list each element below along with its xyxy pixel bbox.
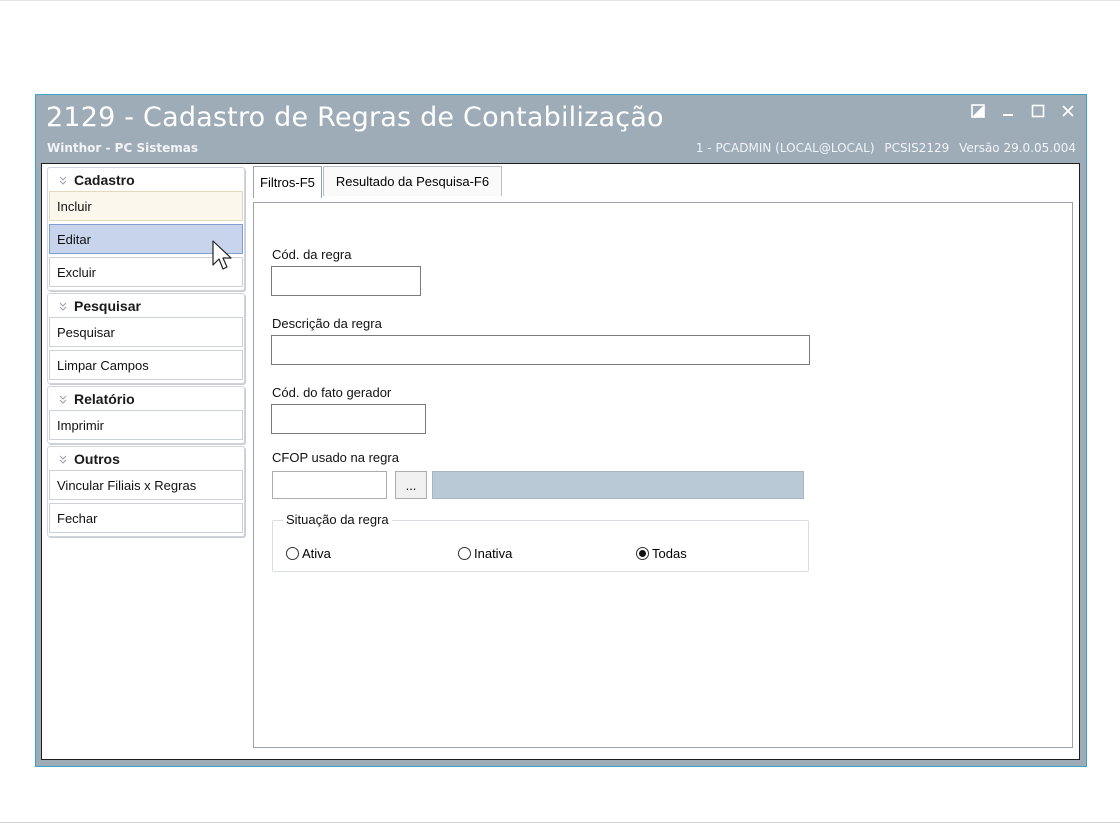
item-label: Imprimir	[57, 417, 104, 433]
group-title: Cadastro	[74, 171, 135, 188]
group-pesquisar: Pesquisar Pesquisar Limpar Campos	[47, 293, 245, 384]
window-controls	[970, 101, 1076, 121]
group-title: Relatório	[74, 390, 135, 407]
group-title: Pesquisar	[74, 297, 141, 314]
item-label: Editar	[57, 231, 91, 247]
group-header-outros[interactable]: Outros	[48, 447, 244, 470]
cod-fato-gerador-label: Cód. do fato gerador	[272, 385, 392, 400]
mouse-pointer-icon	[212, 240, 232, 270]
bottom-divider	[0, 822, 1120, 823]
chevron-double-down-icon	[59, 395, 67, 404]
group-title: Outros	[74, 450, 120, 467]
radio-inativa[interactable]: Inativa	[458, 546, 512, 561]
item-label: Pesquisar	[57, 324, 115, 340]
situacao-regra-group: Situação da regra Ativa Inativa Todas	[272, 512, 809, 572]
filters-panel: Cód. da regra Descrição da regra Cód. do…	[253, 202, 1073, 748]
tab-label: Resultado da Pesquisa-F6	[335, 174, 490, 189]
cfop-description-field	[432, 471, 804, 499]
restore-layout-button[interactable]	[970, 101, 986, 121]
radio-circle-selected	[636, 547, 649, 560]
tab-label: Filtros-F5	[260, 175, 315, 190]
session-info: 1 - PCADMIN (LOCAL@LOCAL) PCSIS2129 Vers…	[690, 141, 1076, 155]
incluir-button[interactable]: Incluir	[49, 191, 243, 221]
descricao-regra-input[interactable]	[271, 335, 810, 365]
vincular-filiais-button[interactable]: Vincular Filiais x Regras	[49, 470, 243, 500]
app-window: 2129 - Cadastro de Regras de Contabiliza…	[35, 94, 1087, 767]
group-outros: Outros Vincular Filiais x Regras Fechar	[47, 446, 245, 537]
item-label: Vincular Filiais x Regras	[57, 477, 197, 493]
cfop-label: CFOP usado na regra	[272, 450, 399, 465]
version-label: Versão 29.0.05.004	[959, 141, 1076, 155]
item-label: Incluir	[57, 198, 92, 214]
item-label: Limpar Campos	[57, 357, 149, 373]
radio-label: Inativa	[474, 546, 513, 561]
tab-resultado-pesquisa[interactable]: Resultado da Pesquisa-F6	[322, 166, 503, 196]
radio-label: Ativa	[302, 546, 331, 561]
program-label: PCSIS2129	[884, 141, 950, 155]
imprimir-button[interactable]: Imprimir	[49, 410, 243, 440]
cod-fato-gerador-input[interactable]	[271, 404, 426, 434]
user-label: 1 - PCADMIN (LOCAL@LOCAL)	[695, 141, 875, 155]
radio-label: Todas	[652, 546, 687, 561]
pesquisar-button[interactable]: Pesquisar	[49, 317, 243, 347]
group-header-relatorio[interactable]: Relatório	[48, 387, 244, 410]
radio-dot	[639, 550, 646, 557]
item-label: Fechar	[57, 510, 98, 526]
action-sidebar: Cadastro Incluir Editar Excluir Pesquisa…	[47, 167, 245, 539]
descricao-regra-label: Descrição da regra	[272, 316, 382, 331]
tab-filtros[interactable]: Filtros-F5	[253, 166, 322, 198]
group-header-pesquisar[interactable]: Pesquisar	[48, 294, 244, 317]
group-header-cadastro[interactable]: Cadastro	[48, 168, 244, 191]
chevron-double-down-icon	[59, 176, 67, 185]
cfop-lookup-button[interactable]: ...	[395, 471, 427, 499]
maximize-button[interactable]	[1030, 101, 1046, 121]
window-subtitle: Winthor - PC Sistemas	[47, 141, 198, 155]
tab-strip: Filtros-F5 Resultado da Pesquisa-F6	[253, 166, 503, 198]
maximize-icon	[1031, 104, 1045, 118]
chevron-double-down-icon	[59, 302, 67, 311]
minimize-icon	[1003, 114, 1013, 116]
minimize-button[interactable]	[1000, 101, 1016, 121]
close-icon	[1062, 105, 1074, 117]
radio-ativa[interactable]: Ativa	[286, 546, 331, 561]
cod-regra-input[interactable]	[271, 266, 421, 296]
window-title: 2129 - Cadastro de Regras de Contabiliza…	[46, 102, 664, 133]
resize-icon	[971, 104, 985, 118]
item-label: Excluir	[57, 264, 97, 280]
radio-circle	[286, 547, 299, 560]
limpar-campos-button[interactable]: Limpar Campos	[49, 350, 243, 380]
radio-circle	[458, 547, 471, 560]
client-area: Cadastro Incluir Editar Excluir Pesquisa…	[41, 163, 1080, 760]
situacao-regra-legend: Situação da regra	[283, 512, 392, 527]
cod-regra-label: Cód. da regra	[272, 247, 352, 262]
close-button[interactable]	[1060, 101, 1076, 121]
group-relatorio: Relatório Imprimir	[47, 386, 245, 444]
radio-todas[interactable]: Todas	[636, 546, 687, 561]
chevron-double-down-icon	[59, 455, 67, 464]
title-bar[interactable]: 2129 - Cadastro de Regras de Contabiliza…	[36, 95, 1086, 161]
top-divider	[0, 0, 1120, 1]
cfop-input[interactable]	[272, 471, 387, 499]
fechar-button[interactable]: Fechar	[49, 503, 243, 533]
